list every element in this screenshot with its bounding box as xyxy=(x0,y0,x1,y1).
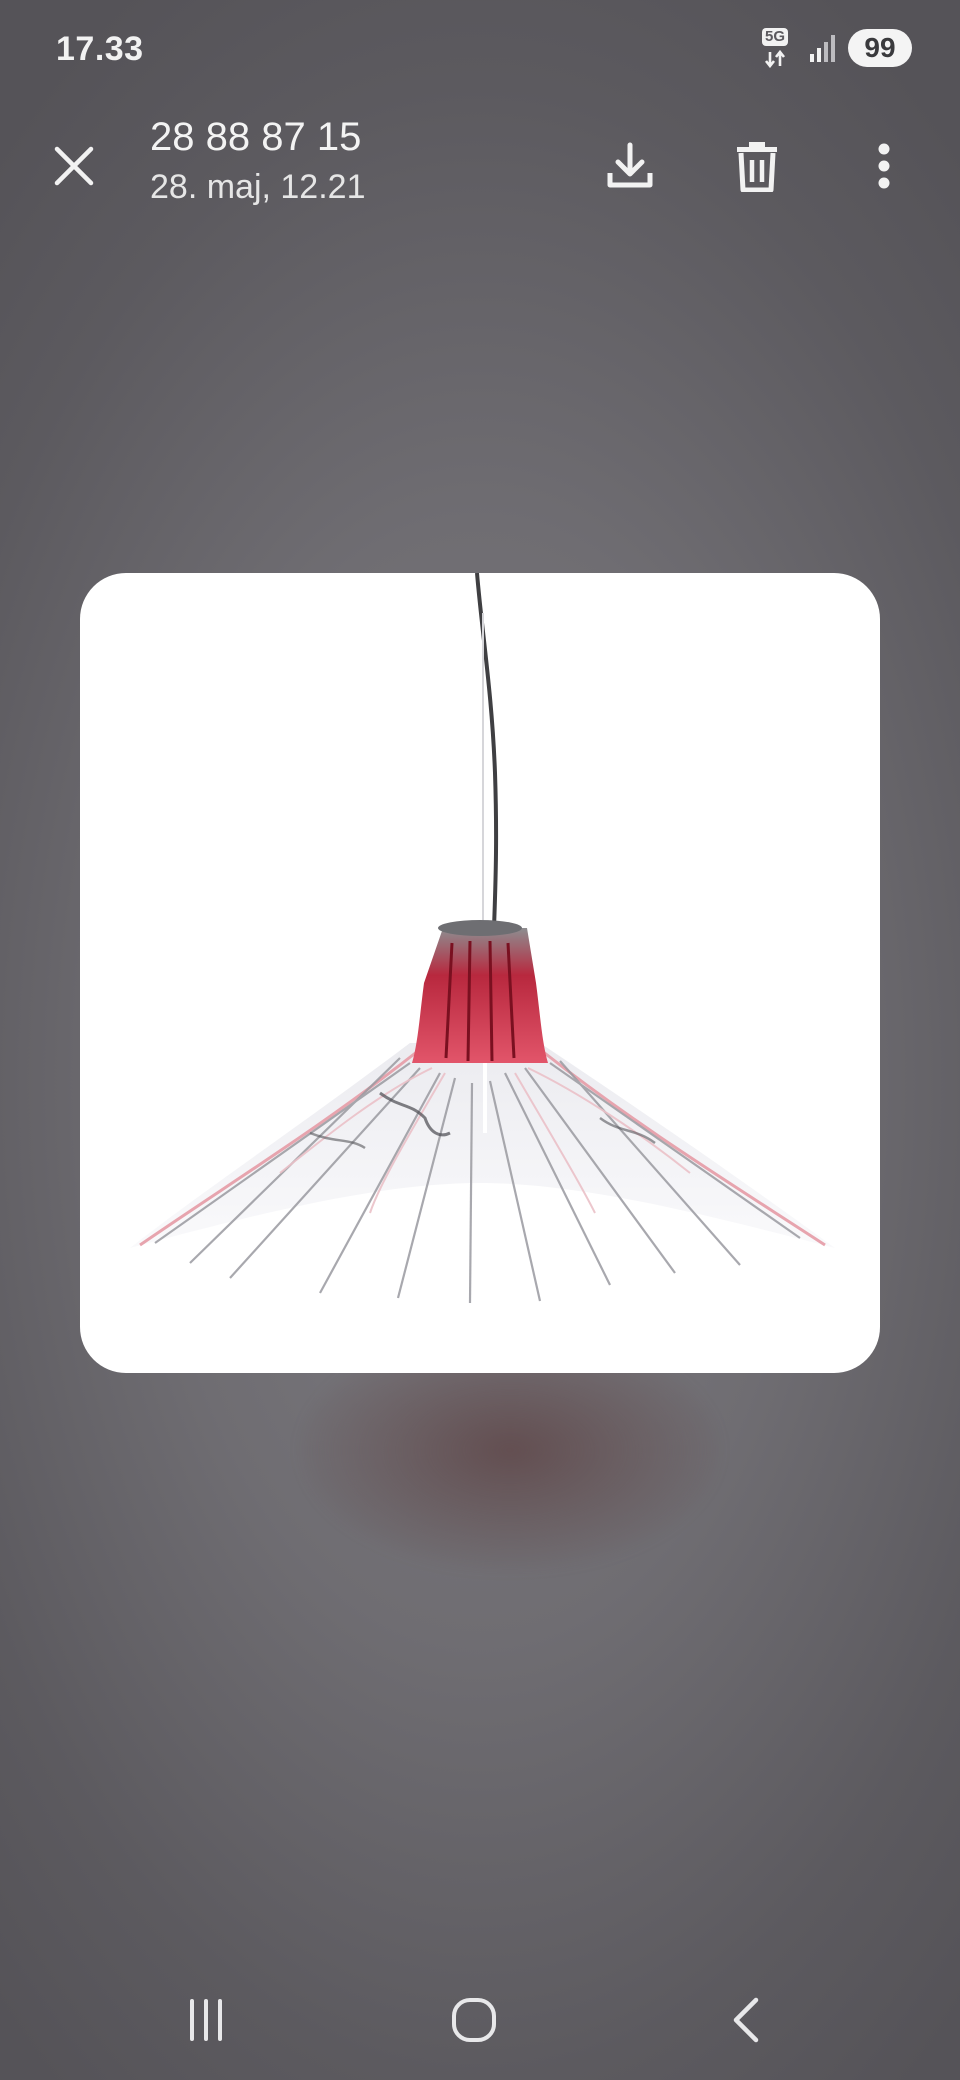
back-button[interactable] xyxy=(706,1980,786,2060)
back-icon xyxy=(733,1997,759,2043)
download-icon xyxy=(607,142,653,188)
network-5g-icon: 5G xyxy=(762,28,798,68)
recent-apps-icon xyxy=(190,1999,222,2041)
battery-icon: 99 xyxy=(848,29,912,67)
status-icons: 5G 99 xyxy=(762,28,912,68)
trash-icon xyxy=(737,142,777,192)
recent-apps-button[interactable] xyxy=(166,1980,246,2060)
battery-level: 99 xyxy=(864,32,896,63)
media-info: 28 88 87 15 28. maj, 12.21 xyxy=(150,112,365,210)
home-icon xyxy=(452,1998,496,2042)
more-vertical-icon xyxy=(878,143,890,189)
date-subtitle: 28. maj, 12.21 xyxy=(150,168,366,206)
photo-preview[interactable] xyxy=(80,573,880,1373)
system-navigation-bar xyxy=(0,1960,960,2080)
sender-title: 28 88 87 15 xyxy=(150,115,362,159)
status-time: 17.33 xyxy=(56,30,144,68)
viewer-toolbar: 28 88 87 15 28. maj, 12.21 xyxy=(0,100,960,230)
download-button[interactable] xyxy=(598,134,662,198)
more-options-button[interactable] xyxy=(852,134,916,198)
home-button[interactable] xyxy=(434,1980,514,2060)
signal-strength-icon xyxy=(810,35,835,62)
status-bar: 17.33 5G 99 xyxy=(0,0,960,100)
delete-button[interactable] xyxy=(725,134,789,198)
close-icon xyxy=(54,146,94,186)
pendant-lamp-image xyxy=(130,573,835,1304)
close-button[interactable] xyxy=(44,136,104,196)
